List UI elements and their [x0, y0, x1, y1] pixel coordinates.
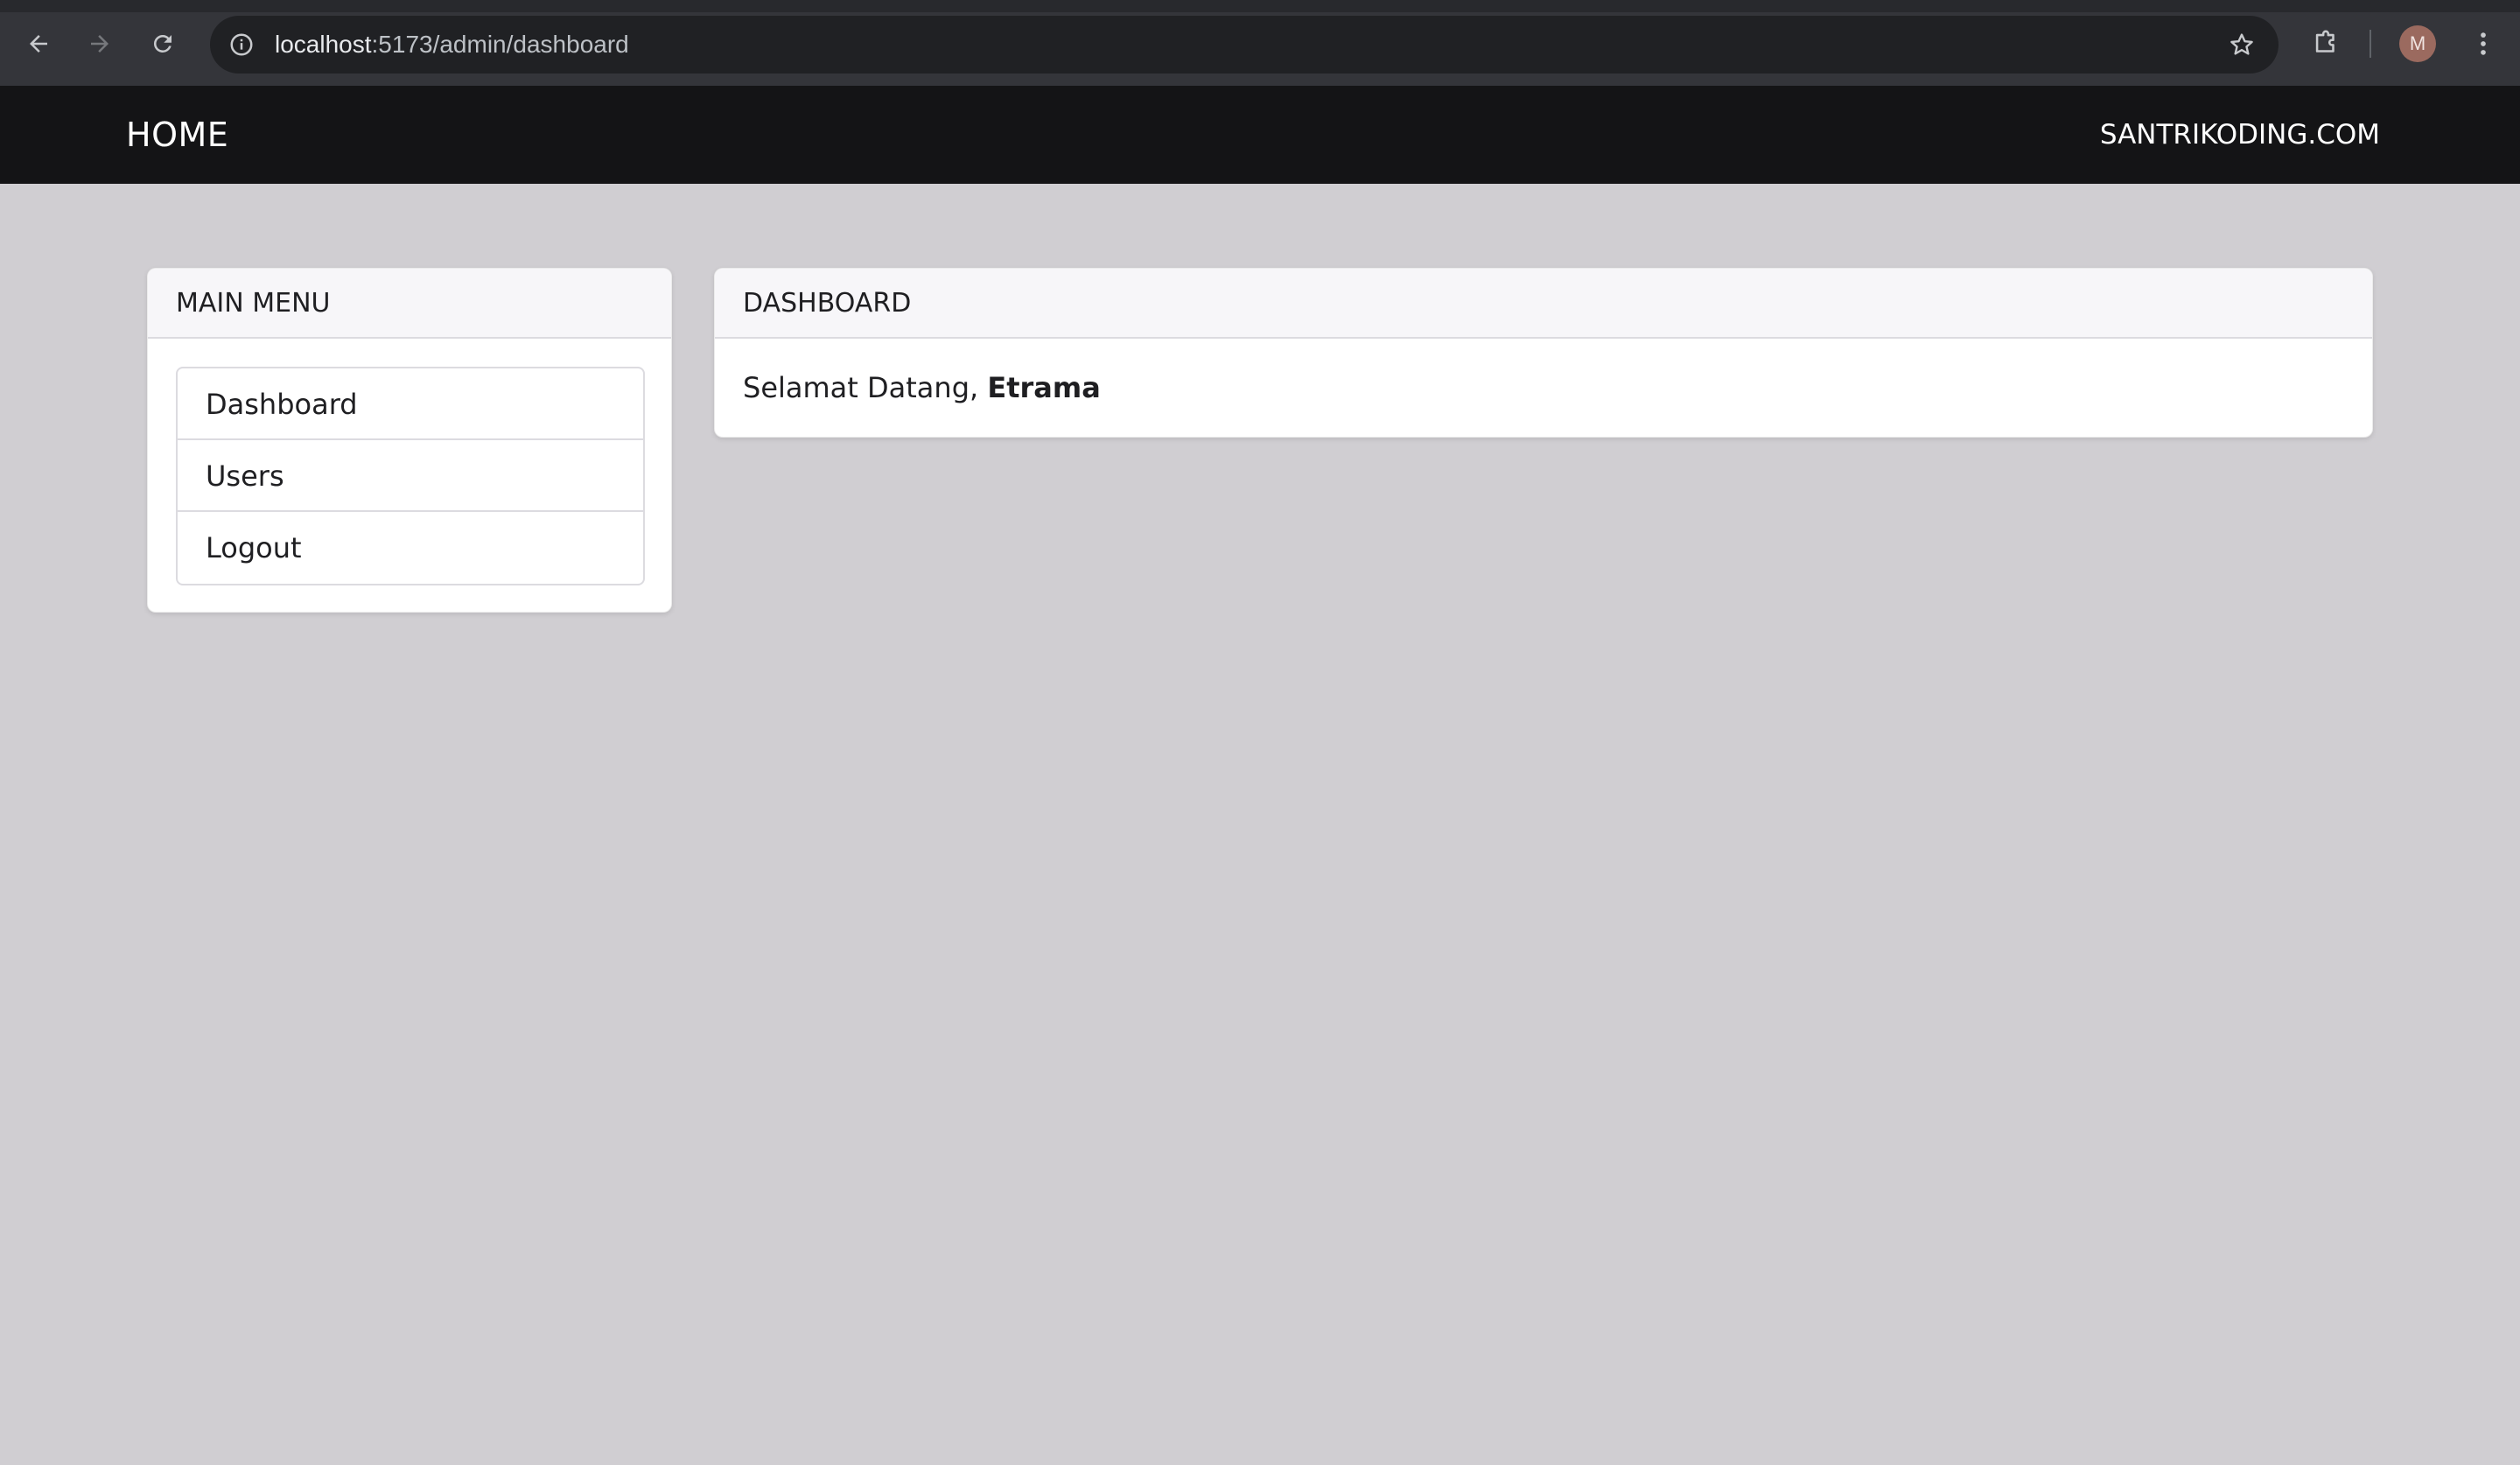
- main-menu-card: MAIN MENU Dashboard Users Logout: [147, 268, 672, 613]
- dashboard-card: DASHBOARD Selamat Datang, Etrama: [714, 268, 2373, 438]
- profile-avatar[interactable]: M: [2399, 25, 2436, 62]
- browser-toolbar: localhost:5173/admin/dashboard M: [0, 0, 2520, 86]
- more-menu-icon[interactable]: [2464, 25, 2502, 63]
- back-arrow-icon[interactable]: [16, 21, 61, 67]
- bookmark-star-icon[interactable]: [2224, 27, 2259, 62]
- url-host: localhost: [275, 31, 372, 58]
- url-path: :5173/admin/dashboard: [371, 31, 629, 58]
- site-info-icon[interactable]: [222, 25, 261, 64]
- welcome-message: Selamat Datang, Etrama: [715, 339, 2372, 437]
- extensions-icon[interactable]: [2306, 25, 2345, 63]
- home-link[interactable]: HOME: [126, 86, 228, 184]
- username-text: Etrama: [987, 371, 1101, 404]
- reload-icon[interactable]: [140, 21, 186, 67]
- url-text[interactable]: localhost:5173/admin/dashboard: [275, 16, 629, 74]
- app-navbar: HOME SANTRIKODING.COM: [0, 86, 2520, 184]
- main-menu-title: MAIN MENU: [148, 269, 671, 339]
- forward-arrow-icon[interactable]: [77, 21, 122, 67]
- toolbar-separator: [2370, 30, 2371, 58]
- dashboard-title: DASHBOARD: [715, 269, 2372, 339]
- menu-list: Dashboard Users Logout: [176, 367, 645, 585]
- menu-item-logout[interactable]: Logout: [178, 512, 643, 584]
- address-bar[interactable]: localhost:5173/admin/dashboard: [210, 16, 2278, 74]
- tab-strip: [0, 0, 2520, 12]
- greeting-text: Selamat Datang,: [743, 371, 979, 404]
- menu-item-dashboard[interactable]: Dashboard: [178, 368, 643, 440]
- menu-item-users[interactable]: Users: [178, 440, 643, 512]
- santrikoding-link[interactable]: SANTRIKODING.COM: [2100, 86, 2380, 184]
